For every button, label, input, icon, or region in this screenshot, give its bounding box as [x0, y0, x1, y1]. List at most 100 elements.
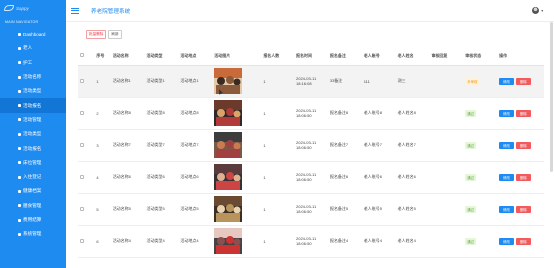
activity-image: [212, 97, 262, 130]
menu-toggle-icon[interactable]: [71, 7, 79, 14]
batch-delete-button[interactable]: 批量删除: [86, 30, 107, 39]
edit-button[interactable]: 修改: [499, 173, 514, 181]
cell-type: 活动类型5: [144, 193, 179, 226]
sidebar-item[interactable]: 入住登记: [0, 170, 66, 184]
column-header: 活动类型: [144, 47, 179, 66]
sidebar-item-label: 费用结算: [23, 217, 42, 222]
sidebar-item[interactable]: 床位管理: [0, 156, 66, 170]
row-checkbox[interactable]: [80, 238, 84, 243]
cell-person: 老人姓名7: [395, 129, 430, 162]
user-menu[interactable]: ▼: [531, 7, 544, 14]
nav-bullet-icon: [18, 118, 21, 122]
cell-place: 活动地点8: [178, 97, 213, 130]
sidebar-item[interactable]: 费用结算: [0, 213, 66, 227]
sidebar-item[interactable]: 膳食管理: [0, 199, 66, 213]
cell-count: 1: [261, 129, 294, 162]
cell-person: 老人姓名8: [395, 97, 430, 130]
delete-button[interactable]: 删除: [515, 173, 531, 181]
nav-list: Dashboard 老人 护工 活动名称 活动类型 活动报名 活动管理 活动类型 活动报名 床位管…: [0, 27, 74, 241]
nav-bullet-icon: [18, 75, 21, 79]
logo-icon: [4, 5, 14, 11]
column-header: 审核回复: [429, 47, 464, 66]
sidebar-item-label: Dashboard: [23, 31, 46, 37]
edit-button[interactable]: 修改: [499, 77, 514, 85]
delete-button[interactable]: 删除: [515, 237, 531, 245]
cell-index: 6: [94, 225, 111, 258]
table-row[interactable]: 1 活动名称1 活动类型1 活动地点1 1 2024-03-11 18:16:08 33备注…: [78, 65, 544, 98]
row-checkbox[interactable]: [80, 78, 84, 83]
nav-bullet-icon: [18, 204, 21, 208]
table-body: 1 活动名称1 活动类型1 活动地点1 1 2024-03-11 18:16:08 33备注…: [78, 65, 544, 258]
nav-bullet-icon: [18, 61, 21, 65]
sidebar-item[interactable]: 活动报名: [0, 98, 74, 113]
delete-button[interactable]: 删除: [515, 141, 531, 149]
nav-bullet-icon: [18, 175, 21, 179]
app-title: 养老院管理系统: [91, 8, 131, 15]
status-badge: 通过: [465, 173, 477, 181]
sidebar-item-label: 护工: [23, 59, 33, 65]
row-checkbox-cell[interactable]: [78, 97, 95, 130]
scrollbar[interactable]: [550, 22, 553, 172]
cell-reply: [429, 161, 464, 194]
cell-note: 报名备注4: [327, 225, 362, 258]
activity-image: [212, 129, 262, 162]
actions-cell: 修改 删除: [497, 129, 544, 162]
cell-name: 活动名称7: [110, 129, 145, 162]
sidebar-item[interactable]: 活动报名: [0, 141, 66, 155]
avatar[interactable]: [531, 7, 539, 14]
sidebar-item[interactable]: 活动名称: [0, 70, 66, 84]
row-checkbox[interactable]: [80, 206, 84, 211]
table-row[interactable]: 5 活动名称5 活动类型5 活动地点5 1 2024-03-11 18:06:50 报名备注…: [78, 193, 544, 226]
sidebar-item[interactable]: 活动类型: [0, 127, 66, 141]
delete-button[interactable]: 删除: [515, 77, 531, 85]
table-row[interactable]: 3 活动名称7 活动类型7 活动地点7 1 2024-03-11 18:06:50 报名备注…: [78, 129, 544, 162]
cell-index: 1: [94, 65, 111, 98]
sidebar-item[interactable]: 活动类型: [0, 84, 66, 98]
cell-person: 老人姓名5: [395, 193, 430, 226]
sidebar-item[interactable]: 活动管理: [0, 113, 66, 127]
row-checkbox-cell[interactable]: [78, 161, 95, 194]
cell-time: 2024-03-11 18:06:50: [294, 161, 328, 194]
row-checkbox-cell[interactable]: [78, 225, 95, 258]
edit-button[interactable]: 修改: [499, 205, 514, 213]
table-row[interactable]: 2 活动名称8 活动类型8 活动地点8 1 2024-03-11 18:06:50 报名备注…: [78, 97, 544, 130]
nav-bullet-icon: [18, 32, 21, 36]
cell-time: 2024-03-11 18:16:08: [294, 65, 328, 98]
nav-bullet-icon: [18, 161, 21, 165]
cell-type: 活动类型7: [144, 129, 179, 162]
row-checkbox-cell[interactable]: [78, 193, 95, 226]
column-header: 活动名称: [110, 47, 145, 66]
row-checkbox-cell[interactable]: [78, 129, 95, 162]
sidebar-item-label: 系统管理: [23, 231, 42, 237]
table-row[interactable]: 6 活动名称4 活动类型4 活动地点4 1 2024-03-11 18:06:50 报名备注…: [78, 225, 544, 258]
sidebar-item[interactable]: Dashboard: [0, 27, 66, 41]
cell-reply: [429, 97, 464, 130]
table-row[interactable]: 4 活动名称6 活动类型6 活动地点6 1 2024-03-11 18:06:50 报名备注…: [78, 161, 544, 194]
checkbox[interactable]: [80, 53, 84, 58]
row-checkbox[interactable]: [80, 174, 84, 179]
chevron-down-icon[interactable]: ▼: [541, 9, 544, 13]
select-all-checkbox[interactable]: [78, 47, 95, 66]
cell-note: 报名备注8: [327, 97, 362, 130]
row-checkbox[interactable]: [80, 110, 84, 115]
delete-button[interactable]: 删除: [515, 205, 531, 213]
edit-button[interactable]: 修改: [499, 109, 514, 117]
sidebar-item[interactable]: 护工: [0, 56, 66, 70]
column-header: 报名时间: [294, 47, 328, 66]
delete-button[interactable]: 删除: [515, 109, 531, 117]
sidebar-item[interactable]: 系统管理: [0, 227, 66, 241]
activity-image: [212, 161, 262, 194]
activity-image: [212, 193, 262, 226]
edit-button[interactable]: 修改: [499, 141, 514, 149]
row-checkbox-cell[interactable]: [78, 65, 95, 98]
main-content: 养老院管理系统 ▼ 批量删除 刷新 序号 活动名称 活动类型 活动地点 活动图片 报名人数…: [66, 0, 554, 268]
row-checkbox[interactable]: [80, 142, 84, 147]
sidebar-item[interactable]: 老人: [0, 41, 66, 55]
cell-person: 老人姓名6: [395, 161, 430, 194]
cell-type: 活动类型8: [144, 97, 179, 130]
cell-count: 1: [261, 161, 294, 194]
refresh-button[interactable]: 刷新: [108, 30, 122, 39]
status-cell: 通过: [463, 97, 498, 130]
edit-button[interactable]: 修改: [499, 237, 514, 245]
sidebar-item[interactable]: 健康档案: [0, 184, 66, 198]
